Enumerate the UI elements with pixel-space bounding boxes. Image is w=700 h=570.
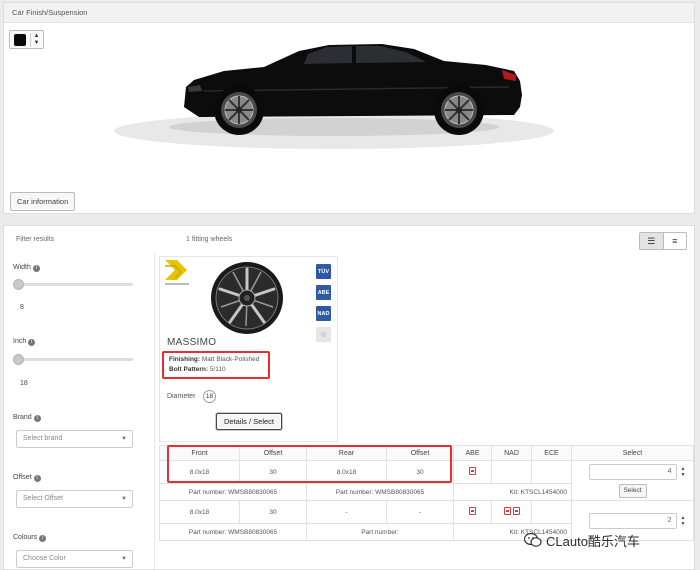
- fitting-count: 1 fitting wheels: [186, 236, 233, 243]
- color-spinner-icon[interactable]: ▲ ▼: [30, 33, 42, 47]
- pdf-icon[interactable]: [469, 467, 476, 475]
- offset-select[interactable]: Select Offset ▼: [16, 490, 133, 508]
- brand-label: Brand i: [13, 414, 41, 422]
- filter-sidebar: Width i 8 Inch i 18 Brand i Select brand ▼ O…: [7, 254, 155, 569]
- pdf-icon[interactable]: [469, 507, 476, 515]
- car-information-button[interactable]: Car information: [10, 192, 76, 211]
- abe-cell: [453, 460, 492, 484]
- wheel-name: MASSIMO: [167, 337, 217, 348]
- rear-offset: 30: [386, 460, 454, 484]
- rear-size: -: [306, 500, 387, 524]
- info-icon[interactable]: i: [28, 339, 36, 346]
- col-rear-offset: Offset: [386, 445, 454, 461]
- info-icon[interactable]: i: [39, 535, 47, 542]
- width-label: Width i: [13, 264, 40, 272]
- car-image: [114, 23, 554, 153]
- wheel-image: [209, 260, 285, 338]
- abe-cell: [453, 500, 492, 524]
- front-size: 8.0x18: [159, 460, 240, 484]
- width-slider[interactable]: [17, 283, 133, 286]
- fitment-table: Front Offset Rear Offset ABE NAD ECE Sel…: [159, 445, 694, 541]
- col-select: Select: [571, 445, 694, 461]
- caret-down-icon: ▼: [121, 436, 127, 442]
- car-finish-panel: Car Finish/Suspension ▲ ▼ Car informatio…: [3, 2, 695, 214]
- front-offset: 30: [239, 500, 307, 524]
- brand-logo: [163, 258, 191, 290]
- front-size: 8.0x18: [159, 500, 240, 524]
- bolt-pattern-line: Bolt Pattern: 5/110: [169, 366, 226, 373]
- list-view-icon[interactable]: ☰: [640, 233, 664, 249]
- select-button[interactable]: Select: [618, 483, 647, 498]
- width-value: 8: [20, 304, 24, 311]
- quantity-stepper[interactable]: 2 ▲ ▼: [588, 512, 686, 529]
- filter-results-label: Filter results: [16, 236, 55, 243]
- nad-cell: [491, 500, 532, 524]
- colour-select[interactable]: Choose Color ▼: [16, 550, 133, 568]
- rear-offset: -: [386, 500, 454, 524]
- select-cell: 4 ▲ ▼ Select: [571, 460, 694, 501]
- stepper-arrows-icon[interactable]: ▲ ▼: [681, 466, 686, 478]
- front-wheel: [214, 85, 264, 135]
- rear-part-number: Part number:: [306, 523, 454, 541]
- info-icon[interactable]: i: [32, 265, 40, 272]
- results-panel: Filter results 1 fitting wheels ☰ ≡ Widt…: [3, 225, 695, 570]
- color-picker[interactable]: ▲ ▼: [9, 30, 44, 49]
- caret-down-icon: ▼: [121, 556, 127, 562]
- quantity-stepper[interactable]: 4 ▲ ▼: [588, 463, 686, 480]
- pdf-icon[interactable]: [512, 507, 520, 515]
- col-front-offset: Offset: [239, 445, 307, 461]
- tuv-cert-icon[interactable]: TÜV: [316, 264, 331, 279]
- width-slider-handle[interactable]: [13, 279, 24, 290]
- kit-number: Kit: KTSCL1454000: [453, 483, 572, 501]
- diameter-label: Diameter: [167, 393, 196, 400]
- info-icon[interactable]: i: [33, 415, 41, 422]
- certifications: TÜV ABE NAD ◎: [316, 264, 332, 348]
- view-toggle: ☰ ≡: [639, 232, 687, 250]
- compact-view-icon[interactable]: ≡: [664, 233, 687, 249]
- ece-cell: [531, 500, 572, 524]
- inch-slider-handle[interactable]: [13, 354, 24, 365]
- colours-label: Colours i: [13, 534, 47, 542]
- finishing-line: Finishing: Matt Black-Polished: [169, 356, 260, 363]
- ece-cert-icon: ◎: [316, 327, 331, 342]
- panel-title: Car Finish/Suspension: [4, 3, 694, 23]
- front-part-number: Part number: WMSB80830065: [159, 483, 307, 501]
- rear-part-number: Part number: WMSB80830065: [306, 483, 454, 501]
- offset-label: Offset i: [13, 474, 41, 482]
- pdf-icon[interactable]: [503, 507, 511, 515]
- rear-wheel: [434, 85, 484, 135]
- col-front: Front: [159, 445, 240, 461]
- nad-cert-icon[interactable]: NAD: [316, 306, 331, 321]
- watermark: CLauto酷乐汽车: [524, 529, 640, 551]
- info-icon[interactable]: i: [33, 475, 41, 482]
- details-select-button[interactable]: Details / Select: [216, 413, 282, 430]
- inch-slider[interactable]: [17, 358, 133, 361]
- table-row: 8.0x18 30 - - 2 ▲ ▼: [159, 500, 694, 541]
- inch-label: Inch i: [13, 338, 36, 346]
- front-part-number: Part number: WMSB80830065: [159, 523, 307, 541]
- col-abe: ABE: [453, 445, 492, 461]
- table-header-row: Front Offset Rear Offset ABE NAD ECE Sel…: [159, 445, 694, 461]
- spec-highlight: Finishing: Matt Black-Polished Bolt Patt…: [162, 351, 270, 379]
- inch-value: 18: [20, 380, 28, 387]
- diameter-badge: 18: [203, 390, 216, 403]
- col-rear: Rear: [306, 445, 387, 461]
- nad-cell: [491, 460, 532, 484]
- col-nad: NAD: [491, 445, 532, 461]
- stepper-arrows-icon[interactable]: ▲ ▼: [681, 515, 686, 527]
- table-row: 8.0x18 30 8.0x18 30 4 ▲ ▼ Select: [159, 460, 694, 501]
- rear-size: 8.0x18: [306, 460, 387, 484]
- wheel-card: TÜV ABE NAD ◎ MASSIMO Finishing: Matt Bl…: [159, 256, 338, 442]
- color-swatch[interactable]: [14, 34, 26, 46]
- col-ece: ECE: [531, 445, 572, 461]
- front-offset: 30: [239, 460, 307, 484]
- ece-cell: [531, 460, 572, 484]
- caret-down-icon: ▼: [121, 496, 127, 502]
- wechat-icon: [524, 532, 542, 547]
- brand-select[interactable]: Select brand ▼: [16, 430, 133, 448]
- abe-cert-icon[interactable]: ABE: [316, 285, 331, 300]
